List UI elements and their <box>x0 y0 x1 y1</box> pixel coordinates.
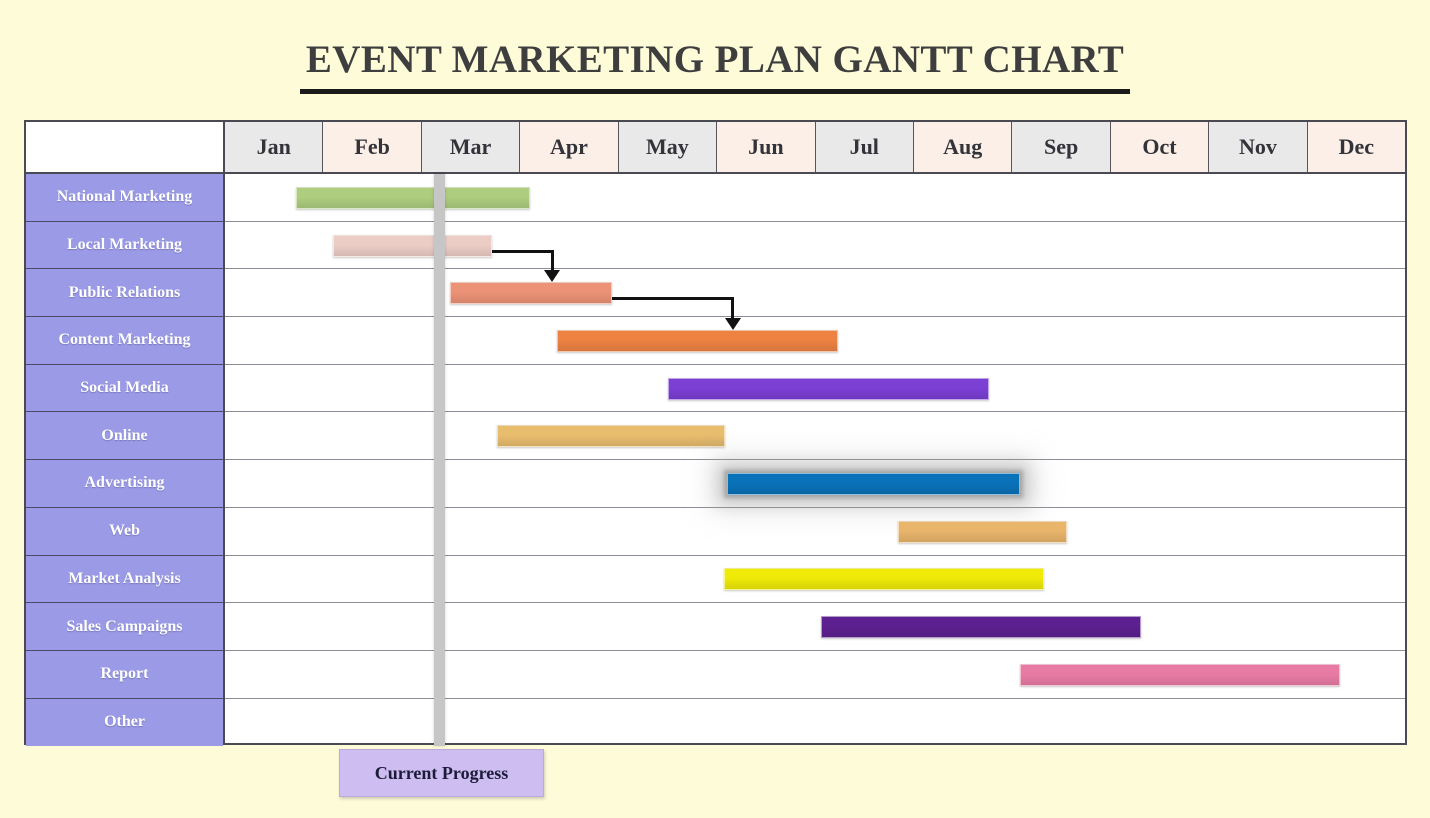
gantt-bar-local-marketing[interactable] <box>333 235 492 257</box>
month-header-jan[interactable]: Jan <box>225 122 323 172</box>
gantt-bar-online[interactable] <box>497 425 724 447</box>
dependency-arrow-icon <box>544 270 560 282</box>
task-label-market-analysis[interactable]: Market Analysis <box>26 556 223 604</box>
task-label-web[interactable]: Web <box>26 508 223 556</box>
gantt-bar-web[interactable] <box>898 521 1067 543</box>
dependency-connector-horizontal <box>492 250 552 253</box>
month-header-jun[interactable]: Jun <box>717 122 815 172</box>
month-header-nov[interactable]: Nov <box>1209 122 1307 172</box>
gantt-row <box>225 699 1405 743</box>
month-header-oct[interactable]: Oct <box>1111 122 1209 172</box>
dependency-arrow-icon <box>725 318 741 330</box>
gantt-bar-content-marketing[interactable] <box>557 330 837 352</box>
gantt-row <box>225 413 1405 461</box>
gantt-body: National MarketingLocal MarketingPublic … <box>26 174 1405 743</box>
gantt-bar-report[interactable] <box>1020 664 1341 686</box>
title-block: EVENT MARKETING PLAN GANTT CHART <box>0 40 1430 94</box>
month-header-feb[interactable]: Feb <box>323 122 421 172</box>
task-label-social-media[interactable]: Social Media <box>26 365 223 413</box>
dependency-connector-vertical <box>731 297 734 319</box>
month-header-row: JanFebMarAprMayJunJulAugSepOctNovDec <box>26 122 1405 174</box>
header-corner-cell <box>26 122 225 172</box>
gantt-plot-area <box>225 174 1405 743</box>
current-progress-legend: Current Progress <box>339 749 544 797</box>
task-label-national-marketing[interactable]: National Marketing <box>26 174 223 222</box>
gantt-bar-social-media[interactable] <box>668 378 989 400</box>
gantt-row <box>225 603 1405 651</box>
dependency-connector-vertical <box>551 250 554 272</box>
task-label-column: National MarketingLocal MarketingPublic … <box>26 174 225 743</box>
month-header-dec[interactable]: Dec <box>1308 122 1405 172</box>
month-header-apr[interactable]: Apr <box>520 122 618 172</box>
task-label-online[interactable]: Online <box>26 412 223 460</box>
month-header-sep[interactable]: Sep <box>1012 122 1110 172</box>
gantt-bar-national-marketing[interactable] <box>296 187 530 209</box>
month-header-jul[interactable]: Jul <box>816 122 914 172</box>
task-label-other[interactable]: Other <box>26 699 223 747</box>
page-title: EVENT MARKETING PLAN GANTT CHART <box>300 40 1130 94</box>
gantt-bar-sales-campaigns[interactable] <box>821 616 1142 638</box>
month-header-aug[interactable]: Aug <box>914 122 1012 172</box>
gantt-bar-public-relations[interactable] <box>450 282 612 304</box>
gantt-bar-advertising[interactable] <box>727 473 1020 495</box>
month-header-mar[interactable]: Mar <box>422 122 520 172</box>
task-label-report[interactable]: Report <box>26 651 223 699</box>
task-label-public-relations[interactable]: Public Relations <box>26 269 223 317</box>
task-label-local-marketing[interactable]: Local Marketing <box>26 222 223 270</box>
task-label-content-marketing[interactable]: Content Marketing <box>26 317 223 365</box>
gantt-row <box>225 508 1405 556</box>
month-header-may[interactable]: May <box>619 122 717 172</box>
task-label-sales-campaigns[interactable]: Sales Campaigns <box>26 603 223 651</box>
gantt-row <box>225 269 1405 317</box>
current-progress-line <box>434 174 445 746</box>
gantt-chart-table: JanFebMarAprMayJunJulAugSepOctNovDec Nat… <box>24 120 1407 745</box>
current-progress-label: Current Progress <box>375 763 508 784</box>
task-label-advertising[interactable]: Advertising <box>26 460 223 508</box>
dependency-connector-horizontal <box>612 297 732 300</box>
gantt-bar-market-analysis[interactable] <box>724 568 1045 590</box>
